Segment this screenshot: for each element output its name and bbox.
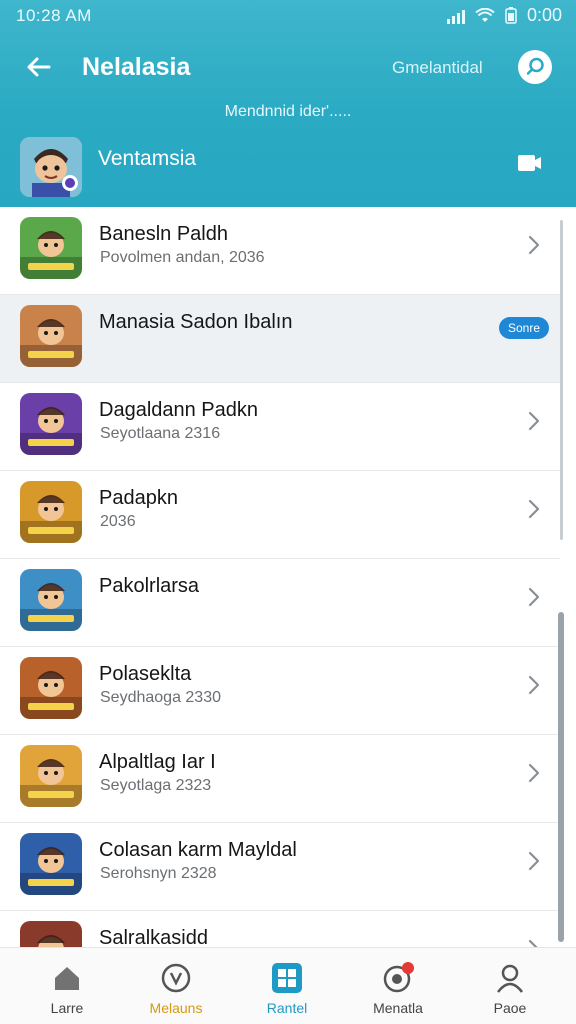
game-thumbnail-icon xyxy=(20,569,82,631)
search-button[interactable] xyxy=(518,50,552,84)
list-item-subtitle: 2036 xyxy=(100,513,136,530)
game-thumbnail-icon xyxy=(20,217,82,279)
game-thumbnail-icon xyxy=(20,305,82,367)
page-title: Nelalasia xyxy=(82,53,191,81)
nav-item-home[interactable]: Larre xyxy=(17,948,117,1024)
list-item-title: Dagaldann Padkn xyxy=(99,399,259,421)
nav-item-grid[interactable]: Rantel xyxy=(237,948,337,1024)
chevron-right-icon xyxy=(524,673,544,697)
list-item-subtitle: Seyotlaga 2323 xyxy=(100,777,212,794)
nav-item-label: Larre xyxy=(50,1000,84,1016)
list-item[interactable]: Polaseklta Seydhaoga 2330 xyxy=(0,647,560,735)
game-list: Banesln Paldh Povolmen andan, 2036 Manasia… xyxy=(0,207,560,947)
chevron-right-icon xyxy=(524,233,544,257)
game-thumbnail-icon xyxy=(20,833,82,895)
list-item-title: Pakolrlarsa xyxy=(99,575,200,597)
chevron-right-icon xyxy=(524,849,544,873)
chevron-right-icon xyxy=(524,409,544,433)
wifi-icon xyxy=(475,7,495,22)
search-icon xyxy=(526,57,544,75)
list-item-subtitle: Seyotlaana 2316 xyxy=(100,425,221,442)
list-item-subtitle: Povolmen andan, 2036 xyxy=(100,249,265,266)
list-item-subtitle: Seydhaoga 2330 xyxy=(100,689,221,706)
list-item-title: Polaseklta xyxy=(99,663,192,685)
list-item[interactable]: Banesln Paldh Povolmen andan, 2036 xyxy=(0,207,560,295)
nav-item-notification[interactable]: Menatla xyxy=(348,948,448,1024)
character-avatar-icon xyxy=(20,137,82,197)
app-header: 10:28 AM 0:00 Nelalasia Gmelantidal Mend… xyxy=(0,0,576,207)
status-badge[interactable]: Sonre xyxy=(499,317,549,339)
list-item[interactable]: Alpaltlag Iar I Seyotlaga 2323 xyxy=(0,735,560,823)
featured-avatar[interactable] xyxy=(20,137,82,197)
header-subtitle: Mendnnid ider'..... xyxy=(224,103,352,120)
nav-item-label: Menatla xyxy=(373,1000,423,1016)
list-item[interactable]: Dagaldann Padkn Seyotlaana 2316 xyxy=(0,383,560,471)
list-item-subtitle: Serohsnyn 2328 xyxy=(100,865,217,882)
nav-item-label: Melauns xyxy=(149,1000,203,1016)
list-item[interactable]: Colasan karm Mayldal Serohsnyn 2328 xyxy=(0,823,560,911)
battery-icon xyxy=(505,7,517,24)
game-thumbnail-icon xyxy=(20,481,82,543)
scrollbar-thumb[interactable] xyxy=(558,612,564,942)
status-time: 10:28 AM xyxy=(16,6,92,25)
nav-item-label: Rantel xyxy=(266,1000,308,1016)
chevron-right-icon xyxy=(524,585,544,609)
home-icon xyxy=(51,962,83,994)
header-link[interactable]: Gmelantidal xyxy=(392,58,483,78)
profile-icon xyxy=(494,962,526,994)
featured-action-button[interactable] xyxy=(514,150,544,176)
compass-icon xyxy=(160,962,192,994)
back-button[interactable] xyxy=(22,50,56,84)
list-item-title: Banesln Paldh xyxy=(99,223,228,245)
list-item-title: Colasan karm Mayldal xyxy=(99,839,297,861)
bottom-navigation: Larre Melauns Rantel Menatla Paoe xyxy=(0,947,576,1024)
scrollbar-track[interactable] xyxy=(560,220,563,540)
list-item[interactable]: Pakolrlarsa xyxy=(0,559,560,647)
chevron-right-icon xyxy=(524,761,544,785)
list-item-title: Alpaltlag Iar I xyxy=(99,751,216,773)
notification-icon xyxy=(382,962,414,994)
chevron-right-icon xyxy=(524,937,544,947)
game-thumbnail-icon xyxy=(20,745,82,807)
list-item-title: Padapkn xyxy=(99,487,178,509)
list-item-title: Salralkasidd xyxy=(99,927,208,947)
nav-item-profile[interactable]: Paoe xyxy=(460,948,560,1024)
grid-icon xyxy=(271,962,303,994)
list-item[interactable]: Manasia Sadon Ibalın Sonre xyxy=(0,295,560,383)
signal-icon xyxy=(446,8,465,24)
featured-name[interactable]: Ventamsia xyxy=(98,147,196,171)
status-bar: 10:28 AM 0:00 xyxy=(0,0,576,32)
game-thumbnail-icon xyxy=(20,921,82,947)
message-icon xyxy=(518,155,541,171)
game-thumbnail-icon xyxy=(20,393,82,455)
nav-item-label: Paoe xyxy=(493,1000,527,1016)
status-clock: 0:00 xyxy=(526,5,562,25)
list-item[interactable]: Padapkn 2036 xyxy=(0,471,560,559)
nav-item-compass[interactable]: Melauns xyxy=(126,948,226,1024)
game-thumbnail-icon xyxy=(20,657,82,719)
list-item[interactable]: Salralkasidd xyxy=(0,911,560,947)
chevron-right-icon xyxy=(524,497,544,521)
list-item-title: Manasia Sadon Ibalın xyxy=(99,311,293,333)
arrow-left-icon xyxy=(27,57,51,77)
